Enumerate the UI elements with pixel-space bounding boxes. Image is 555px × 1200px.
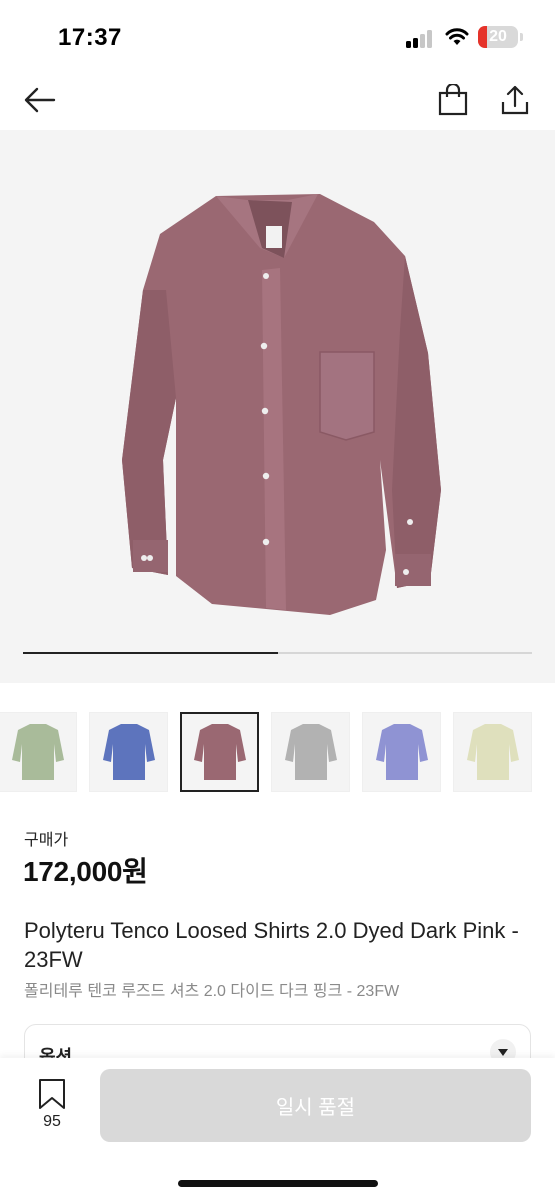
sold-out-button[interactable]: 일시 품절 <box>100 1069 531 1142</box>
shopping-bag-button[interactable] <box>431 78 475 122</box>
battery-icon: 20 <box>478 26 518 48</box>
thumbnail-shirt-image <box>466 724 519 780</box>
arrow-left-icon <box>24 87 56 113</box>
thumbnail-blue[interactable] <box>89 712 168 792</box>
bookmark-icon <box>39 1079 65 1109</box>
bookmark-button[interactable]: 95 <box>28 1078 76 1134</box>
thumbnail-dark-pink[interactable] <box>180 712 259 792</box>
product-image-carousel[interactable] <box>0 130 555 683</box>
thumbnail-shirt-image <box>102 724 155 780</box>
thumbnail-ivory[interactable] <box>453 712 532 792</box>
product-title-korean: 폴리테루 텐코 루즈드 셔츠 2.0 다이드 다크 핑크 - 23FW <box>24 983 400 1000</box>
price-value: 172,000원 <box>23 856 148 887</box>
thumbnail-shirt-image <box>11 724 64 780</box>
thumbnail-shirt-image <box>284 724 337 780</box>
bottom-action-bar: 95 일시 품절 <box>0 1058 555 1200</box>
thumbnail-shirt-image <box>193 724 246 780</box>
status-bar: 17:37 20 <box>0 0 555 70</box>
thumbnail-green[interactable] <box>0 712 77 792</box>
color-thumbnail-list <box>0 712 555 792</box>
carousel-progress-track <box>23 652 532 654</box>
battery-level: 20 <box>489 28 507 45</box>
bookmark-count: 95 <box>43 1113 61 1130</box>
battery-tip <box>520 33 523 41</box>
home-indicator <box>178 1180 378 1187</box>
nav-bar <box>0 70 555 130</box>
cellular-signal-icon <box>406 30 434 48</box>
thumbnail-lavender[interactable] <box>362 712 441 792</box>
share-icon <box>501 85 529 115</box>
price-label: 구매가 <box>24 832 69 849</box>
wifi-icon <box>445 27 469 47</box>
shopping-bag-icon <box>438 84 468 116</box>
status-time: 17:37 <box>58 24 122 51</box>
product-title: Polyteru Tenco Loosed Shirts 2.0 Dyed Da… <box>24 918 519 972</box>
product-image <box>122 194 441 615</box>
thumbnail-shirt-image <box>375 724 428 780</box>
thumbnail-gray[interactable] <box>271 712 350 792</box>
back-button[interactable] <box>18 78 62 122</box>
carousel-progress-fill <box>23 652 278 654</box>
share-button[interactable] <box>493 78 537 122</box>
